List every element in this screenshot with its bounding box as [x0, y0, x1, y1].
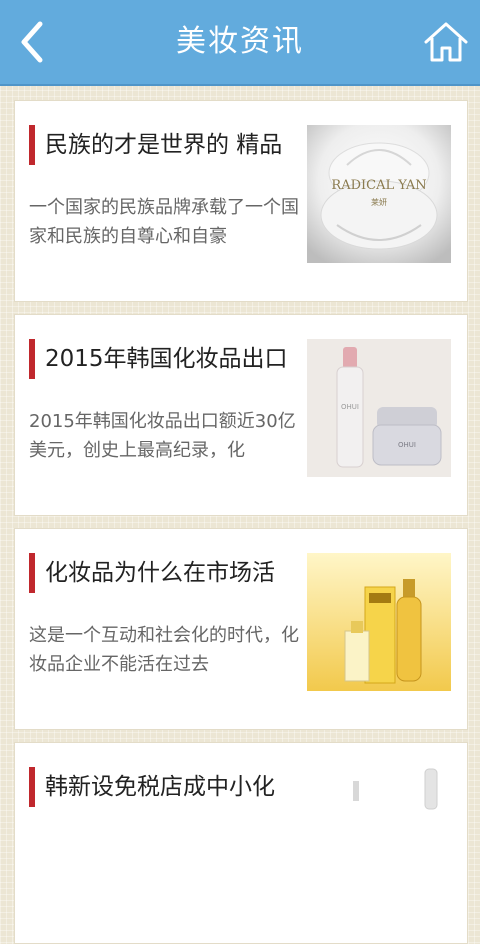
- article-thumbnail: [307, 553, 451, 691]
- article-card[interactable]: 化妆品为什么在市场活 这是一个互动和社会化的时代，化妆品企业不能活在过去: [14, 528, 468, 730]
- page-title: 美妆资讯: [176, 24, 304, 59]
- article-title: 化妆品为什么在市场活: [29, 553, 321, 593]
- home-button[interactable]: [420, 16, 472, 68]
- article-summary: [29, 835, 301, 901]
- home-icon: [424, 22, 468, 62]
- article-title: 韩新设免税店成中小化: [29, 767, 321, 807]
- article-summary: 一个国家的民族品牌承载了一个国家和民族的自尊心和自豪: [29, 197, 299, 247]
- brand-logo-text: RADICAL YAN: [331, 178, 426, 193]
- brand-logo-text-cn: 莱妍: [371, 197, 387, 207]
- product-label: OHUI: [341, 403, 359, 411]
- article-title: 2015年韩国化妆品出口: [29, 339, 321, 379]
- product-label: OHUI: [398, 441, 416, 449]
- article-thumbnail: RADICAL YAN 莱妍: [307, 125, 451, 263]
- back-button[interactable]: [8, 14, 60, 70]
- article-card[interactable]: 韩新设免税店成中小化: [14, 742, 468, 944]
- article-thumbnail: [307, 767, 451, 905]
- article-summary: 2015年韩国化妆品出口额近30亿美元，创史上最高纪录，化: [29, 411, 296, 461]
- article-card[interactable]: 2015年韩国化妆品出口 2015年韩国化妆品出口额近30亿美元，创史上最高纪录…: [14, 314, 468, 516]
- chevron-left-icon: [21, 21, 43, 63]
- app-header: 美妆资讯: [0, 0, 480, 86]
- article-title: 民族的才是世界的 精品: [29, 125, 321, 165]
- article-summary: 这是一个互动和社会化的时代，化妆品企业不能活在过去: [29, 625, 299, 675]
- article-card[interactable]: 民族的才是世界的 精品 一个国家的民族品牌承载了一个国家和民族的自尊心和自豪 R…: [14, 100, 468, 302]
- article-thumbnail: OHUI OHUI: [307, 339, 451, 477]
